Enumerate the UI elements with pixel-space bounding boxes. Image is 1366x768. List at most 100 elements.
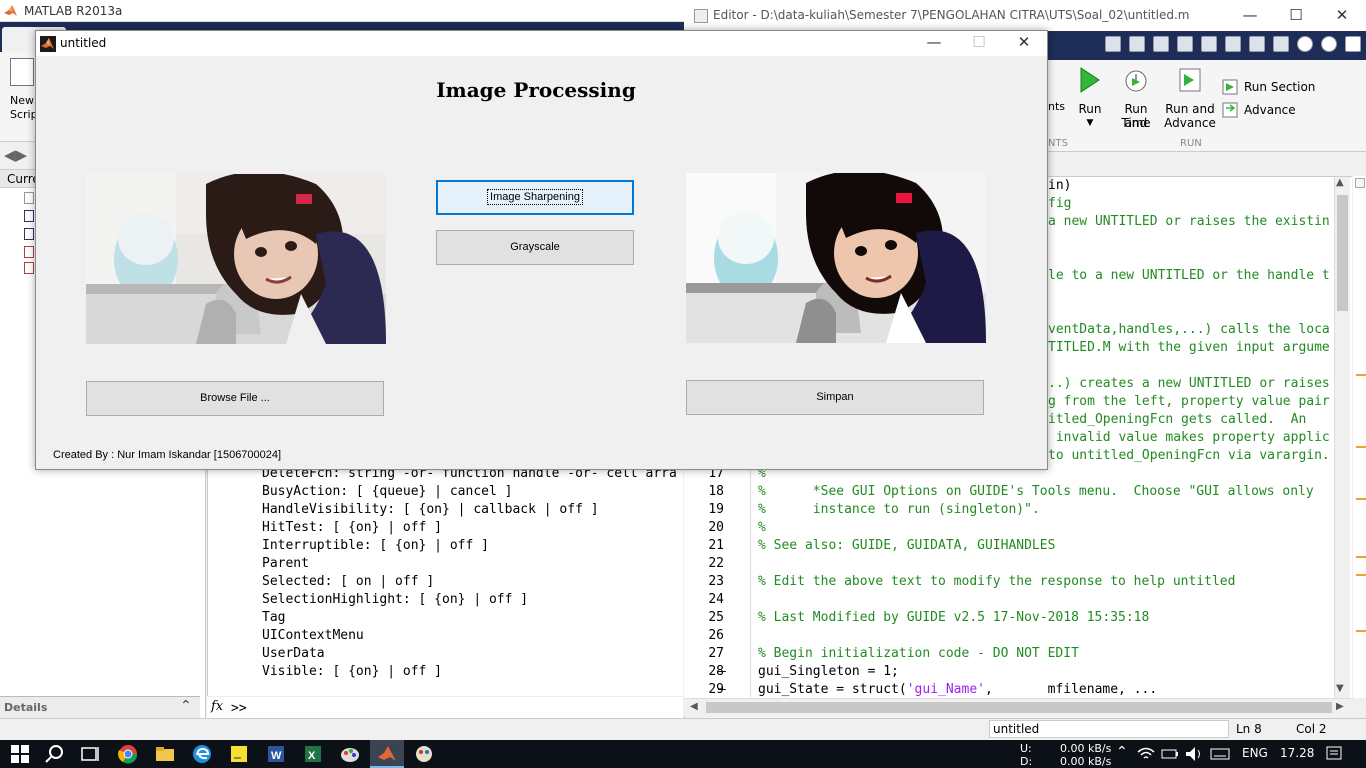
status-indicator-icon[interactable] [1355,178,1365,188]
advance-button[interactable]: Advance [1222,101,1314,119]
command-line: SelectionHighlight: [ {on} | off ] [262,592,529,607]
task-view-icon[interactable] [80,744,100,764]
clock[interactable]: 17.28 [1280,746,1314,760]
file-icon[interactable] [24,210,34,222]
windows-start-icon[interactable] [10,744,30,764]
file-explorer-icon[interactable] [155,744,175,764]
file-icon[interactable] [24,246,34,258]
chevron-down-icon[interactable]: ▼ [1072,116,1108,130]
scroll-thumb[interactable] [1337,195,1348,311]
keyboard-icon[interactable] [1210,744,1230,764]
sticky-notes-icon[interactable] [229,744,249,764]
file-icon[interactable] [24,192,34,204]
edge-icon[interactable] [192,744,212,764]
line-number: 24 [708,592,724,607]
minimize-button[interactable]: — [1227,4,1273,26]
scroll-thumb[interactable] [706,702,1332,713]
code-fragment: invalid value makes property applic [1048,430,1330,445]
executable-line-marker[interactable]: – [718,663,726,681]
original-image [86,174,386,344]
processed-image [686,173,986,343]
code-line: % Edit the above text to modify the resp… [758,574,1236,589]
scroll-up-icon[interactable]: ▲ [1336,177,1344,188]
save-button[interactable]: Simpan [686,380,984,415]
line-number: 22 [708,556,724,571]
minimize-button[interactable]: — [911,31,957,53]
word-icon[interactable]: W [266,744,286,764]
run-button[interactable]: Run ▼ [1072,66,1108,130]
executable-line-marker[interactable]: – [718,681,726,699]
chevron-up-icon[interactable]: ⌃ [1116,744,1128,760]
dropdown-icon[interactable] [1321,36,1337,52]
code-fragment: a new UNTITLED or raises the existin [1048,214,1330,229]
image-sharpening-button[interactable]: Image Sharpening [436,180,634,215]
close-button[interactable]: ✕ [1319,4,1365,26]
notifications-icon[interactable] [1324,744,1344,764]
volume-icon[interactable] [1184,744,1204,764]
command-line: Selected: [ on | off ] [262,574,435,589]
fx-icon[interactable]: fx [211,699,223,714]
grayscale-button[interactable]: Grayscale [436,230,634,265]
back-forward-arrows-icon[interactable]: ◀▶ [4,146,27,164]
command-line: Tag [262,610,286,625]
line-number: 21 [708,538,724,553]
warning-marker[interactable] [1356,374,1366,376]
language-indicator[interactable]: ENG [1242,746,1268,760]
line-number: 23 [708,574,724,589]
editor-titlebar: Editor - D:\data-kuliah\Semester 7\PENGO… [684,0,1366,31]
expand-icon[interactable] [1345,36,1361,52]
warning-marker[interactable] [1356,630,1366,632]
copy-icon[interactable] [1177,36,1193,52]
code-fragment: ..) creates a new UNTITLED or raises [1048,376,1330,391]
browse-file-button[interactable]: Browse File ... [86,381,384,416]
paint-icon[interactable] [340,744,360,764]
cut-icon[interactable] [1153,36,1169,52]
code-line: gui_State = struct('gui_Name', mfilename… [758,681,1334,699]
stopwatch-icon [1125,70,1147,92]
warning-marker[interactable] [1356,556,1366,558]
net-up-label: U: [1020,742,1032,755]
file-icon[interactable] [24,262,34,274]
undo-icon[interactable] [1225,36,1241,52]
chrome-icon[interactable] [118,744,138,764]
command-prompt[interactable]: fx >> [207,696,683,718]
battery-icon[interactable] [1160,744,1180,764]
app-icon[interactable] [414,744,434,764]
file-icon[interactable] [24,228,34,240]
run-and-advance-button[interactable]: Run and Advance [1164,66,1216,130]
wifi-icon[interactable] [1136,744,1156,764]
search-icon[interactable] [45,744,65,764]
matlab-window-title: MATLAB R2013a [24,4,123,18]
redo-icon[interactable] [1249,36,1265,52]
switch-windows-icon[interactable] [1273,36,1289,52]
chevron-up-icon[interactable]: ⌃ [180,698,192,714]
save-icon[interactable] [1129,36,1145,52]
code-token: gui_State = struct( [758,682,907,697]
scroll-right-icon[interactable]: ▶ [1336,701,1344,712]
excel-icon[interactable]: X [303,744,323,764]
net-down-label: D: [1020,755,1033,768]
warning-marker[interactable] [1356,446,1366,448]
vertical-scrollbar[interactable]: ▲ ▼ [1334,177,1350,698]
horizontal-scrollbar[interactable]: ◀ ▶ [684,698,1352,716]
close-button[interactable]: ✕ [1001,31,1047,53]
scroll-down-icon[interactable]: ▼ [1336,683,1344,694]
new-icon[interactable] [1105,36,1121,52]
help-icon[interactable] [1297,36,1313,52]
details-panel-header[interactable]: Details ⌃ [0,696,200,718]
run-section-button[interactable]: Run Section [1222,78,1315,96]
paste-icon[interactable] [1201,36,1217,52]
code-line: % Last Modified by GUIDE v2.5 17-Nov-201… [758,610,1150,625]
scroll-left-icon[interactable]: ◀ [690,701,698,712]
details-label: Details [4,701,48,714]
net-up-speed: 0.00 kB/s [1060,742,1112,755]
maximize-button[interactable]: ☐ [956,31,1002,53]
warning-marker[interactable] [1356,498,1366,500]
line-number: 20 [708,520,724,535]
warning-marker[interactable] [1356,574,1366,576]
maximize-button[interactable]: ☐ [1273,4,1319,26]
status-line-number: Ln 8 [1236,722,1262,736]
code-fragment: fig [1048,196,1072,211]
run-and-time-button[interactable]: Run and Time [1112,66,1160,130]
